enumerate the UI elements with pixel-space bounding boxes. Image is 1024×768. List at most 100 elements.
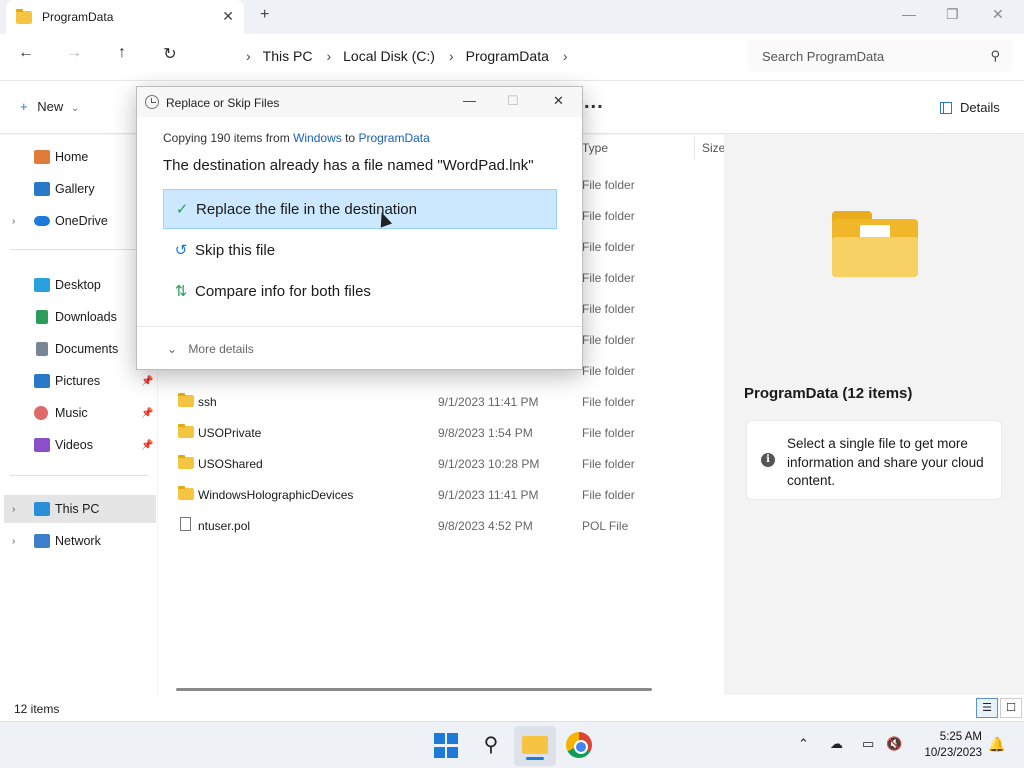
- file-type: File folder: [582, 178, 635, 192]
- dialog-title-bar[interactable]: Replace or Skip Files — ☐ ✕: [137, 87, 582, 117]
- desktop-icon: [34, 278, 50, 292]
- pin-icon[interactable]: 📌: [141, 440, 153, 451]
- table-row[interactable]: ssh 9/1/2023 11:41 PM File folder: [158, 386, 724, 416]
- computer-icon: [34, 502, 50, 516]
- sidebar-item-onedrive[interactable]: › OneDrive: [0, 207, 157, 235]
- chevron-right-icon[interactable]: ›: [12, 536, 15, 547]
- breadcrumb-chevron-icon[interactable]: ›: [449, 48, 454, 64]
- display-icon[interactable]: ▭: [862, 736, 874, 752]
- copy-prefix: Copying 190 items from: [163, 131, 294, 145]
- breadcrumb-chevron-icon[interactable]: ›: [326, 48, 331, 64]
- chevron-down-icon: ⌄: [70, 103, 80, 114]
- file-name: ssh: [198, 395, 217, 409]
- clock[interactable]: 5:25 AM 10/23/2023: [916, 729, 982, 761]
- file-name: WindowsHolographicDevices: [198, 488, 354, 502]
- pin-icon[interactable]: 📌: [141, 408, 153, 419]
- search-input[interactable]: Search ProgramData ⚲: [748, 40, 1012, 72]
- new-button[interactable]: + New ⌄: [20, 99, 79, 114]
- sidebar-item-pictures[interactable]: Pictures 📌: [0, 367, 157, 395]
- search-placeholder: Search ProgramData: [762, 48, 885, 64]
- tiles-view-button[interactable]: ☐: [1000, 698, 1022, 718]
- breadcrumb-this-pc[interactable]: This PC: [263, 48, 313, 64]
- up-button[interactable]: ↑: [110, 44, 134, 62]
- info-card: i Select a single file to get more infor…: [746, 420, 1002, 500]
- file-type: File folder: [582, 395, 635, 409]
- minimize-button[interactable]: —: [902, 6, 916, 22]
- navigation-bar: ← → ↑ ↻ › This PC › Local Disk (C:) › Pr…: [0, 34, 1024, 80]
- new-tab-button[interactable]: +: [260, 6, 269, 24]
- music-icon: [34, 406, 48, 420]
- table-row[interactable]: WindowsHolographicDevices 9/1/2023 11:41…: [158, 479, 724, 509]
- file-icon: [180, 517, 191, 531]
- sidebar-item-videos[interactable]: Videos 📌: [0, 431, 157, 459]
- tab-programdata[interactable]: ProgramData ✕: [6, 0, 244, 34]
- compare-files-option[interactable]: ⇅ Compare info for both files: [163, 271, 557, 311]
- taskbar-search-icon[interactable]: ⚲: [478, 732, 504, 758]
- dialog-close-button[interactable]: ✕: [553, 93, 564, 109]
- sidebar-item-documents[interactable]: Documents 📌: [0, 335, 157, 363]
- folder-icon: [178, 424, 194, 438]
- network-icon: [34, 534, 50, 548]
- file-type: File folder: [582, 426, 635, 440]
- file-date: 9/8/2023 4:52 PM: [438, 519, 533, 533]
- breadcrumb-chevron-icon[interactable]: ›: [563, 48, 568, 64]
- sidebar-item-label: This PC: [55, 502, 100, 516]
- close-window-button[interactable]: ✕: [992, 6, 1004, 23]
- pin-icon[interactable]: 📌: [141, 376, 153, 387]
- horizontal-scrollbar[interactable]: [176, 688, 652, 691]
- table-row[interactable]: USOPrivate 9/8/2023 1:54 PM File folder: [158, 417, 724, 447]
- more-details-toggle[interactable]: ⌄ More details: [167, 342, 254, 356]
- dialog-maximize-button[interactable]: ☐: [507, 93, 519, 109]
- skip-file-option[interactable]: ↺ Skip this file: [163, 230, 557, 270]
- column-header-type[interactable]: Type: [582, 141, 608, 155]
- tab-close-icon[interactable]: ✕: [222, 8, 234, 25]
- column-separator[interactable]: [694, 137, 695, 159]
- file-type: File folder: [582, 333, 635, 347]
- file-type: File folder: [582, 209, 635, 223]
- details-button[interactable]: Details: [940, 100, 1000, 115]
- title-bar: ProgramData ✕ + — ❐ ✕: [0, 0, 1024, 34]
- sidebar-item-label: Music: [55, 406, 88, 420]
- replace-file-option[interactable]: ✓ Replace the file in the destination: [163, 189, 557, 229]
- show-hidden-icons-icon[interactable]: ⌃: [798, 736, 809, 752]
- details-view-button[interactable]: ☰: [976, 698, 998, 718]
- sidebar-item-gallery[interactable]: Gallery: [0, 175, 157, 203]
- option-label: Compare info for both files: [195, 282, 371, 300]
- dialog-minimize-button[interactable]: —: [463, 93, 476, 108]
- sidebar-item-desktop[interactable]: Desktop 📌: [0, 271, 157, 299]
- volume-muted-icon[interactable]: 🔇: [886, 736, 902, 752]
- chevron-right-icon[interactable]: ›: [12, 216, 15, 227]
- item-count: 12 items: [14, 702, 60, 716]
- sidebar-item-music[interactable]: Music 📌: [0, 399, 157, 427]
- destination-link[interactable]: ProgramData: [358, 131, 429, 145]
- forward-button[interactable]: →: [62, 44, 86, 62]
- refresh-button[interactable]: ↻: [158, 44, 182, 64]
- sidebar-item-network[interactable]: › Network: [0, 527, 157, 555]
- table-row[interactable]: ntuser.pol 9/8/2023 4:52 PM POL File: [158, 510, 724, 540]
- table-row[interactable]: USOShared 9/1/2023 10:28 PM File folder: [158, 448, 724, 478]
- file-explorer-icon[interactable]: [522, 736, 548, 760]
- notification-bell-icon[interactable]: 🔔: [988, 736, 1005, 753]
- address-bar[interactable]: › This PC › Local Disk (C:) › ProgramDat…: [200, 40, 740, 72]
- chevron-right-icon[interactable]: ›: [12, 504, 15, 515]
- replace-or-skip-dialog: Replace or Skip Files — ☐ ✕ Copying 190 …: [136, 86, 583, 370]
- back-button[interactable]: ←: [14, 44, 38, 62]
- sidebar-item-home[interactable]: Home: [0, 143, 157, 171]
- folder-icon: [178, 455, 194, 469]
- breadcrumb-local-disk[interactable]: Local Disk (C:): [343, 48, 435, 64]
- taskbar: ⚲ ⌃ ☁ ▭ 🔇 5:25 AM 10/23/2023 🔔: [0, 721, 1024, 768]
- sidebar-item-downloads[interactable]: Downloads 📌: [0, 303, 157, 331]
- source-link[interactable]: Windows: [293, 131, 342, 145]
- dialog-title: Replace or Skip Files: [166, 96, 280, 110]
- folder-preview-icon: [832, 211, 918, 277]
- more-options-button[interactable]: ...: [584, 91, 604, 114]
- sidebar-item-this-pc[interactable]: › This PC: [4, 495, 156, 523]
- column-header-size[interactable]: Size: [702, 141, 725, 155]
- chrome-icon[interactable]: [566, 732, 592, 758]
- breadcrumb-programdata[interactable]: ProgramData: [466, 48, 549, 64]
- folder-icon: [16, 8, 32, 24]
- breadcrumb-chevron-icon[interactable]: ›: [246, 48, 251, 64]
- restore-button[interactable]: ❐: [946, 6, 959, 23]
- start-button[interactable]: [434, 733, 460, 759]
- onedrive-tray-icon[interactable]: ☁: [830, 736, 843, 752]
